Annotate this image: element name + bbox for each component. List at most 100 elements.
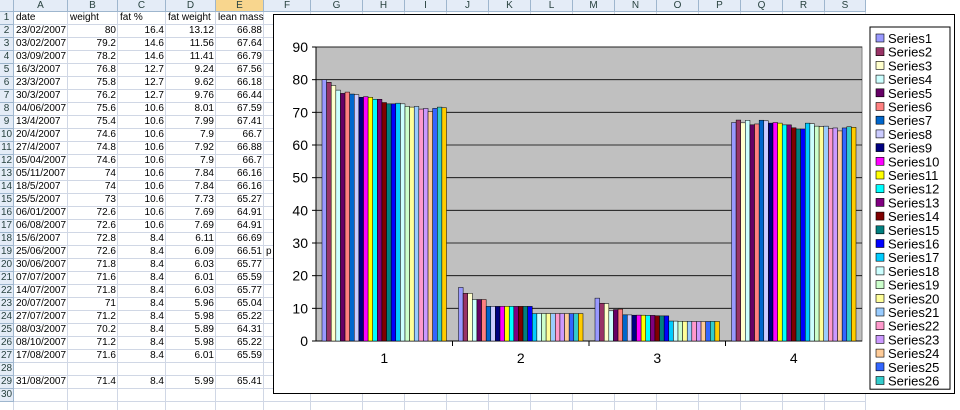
cell-b26[interactable]: 71.2	[68, 337, 118, 350]
cell-e19[interactable]: 66.51	[216, 246, 264, 259]
cell-e8[interactable]: 67.59	[216, 103, 264, 116]
cell-b22[interactable]: 71.8	[68, 285, 118, 298]
cell-b12[interactable]: 74.6	[68, 155, 118, 168]
cell-b13[interactable]: 74	[68, 168, 118, 181]
cell-a14[interactable]: 18/5/2007	[14, 181, 68, 194]
cell-b11[interactable]: 74.8	[68, 142, 118, 155]
column-header-a[interactable]: A	[14, 0, 68, 12]
cell-c24[interactable]: 8.4	[118, 311, 166, 324]
cell-d18[interactable]: 6.11	[166, 233, 216, 246]
cell-a1[interactable]: date	[14, 12, 68, 25]
cell-e13[interactable]: 66.16	[216, 168, 264, 181]
cell-c5[interactable]: 12.7	[118, 64, 166, 77]
cell-c15[interactable]: 10.6	[118, 194, 166, 207]
cell-d20[interactable]: 6.03	[166, 259, 216, 272]
cell-c7[interactable]: 12.7	[118, 90, 166, 103]
row-header-6[interactable]: 6	[0, 77, 14, 90]
cell-b5[interactable]: 76.8	[68, 64, 118, 77]
cell-d23[interactable]: 5.96	[166, 298, 216, 311]
select-all-corner[interactable]	[0, 0, 14, 12]
row-header-21[interactable]: 21	[0, 272, 14, 285]
row-header-5[interactable]: 5	[0, 64, 14, 77]
cell-e5[interactable]: 67.56	[216, 64, 264, 77]
cell-d9[interactable]: 7.99	[166, 116, 216, 129]
cell-b20[interactable]: 71.8	[68, 259, 118, 272]
row-header-15[interactable]: 15	[0, 194, 14, 207]
cell-d19[interactable]: 6.09	[166, 246, 216, 259]
cell-e3[interactable]: 67.64	[216, 38, 264, 51]
embedded-chart[interactable]: 0 10 20 30 40 50 60 70 80 90 1 2 3 4 Series1 Series2 Ser…	[273, 14, 955, 394]
row-header-14[interactable]: 14	[0, 181, 14, 194]
column-header-g[interactable]: G	[311, 0, 363, 12]
cell-a20[interactable]: 30/06/2007	[14, 259, 68, 272]
row-header-7[interactable]: 7	[0, 90, 14, 103]
cell-d21[interactable]: 6.01	[166, 272, 216, 285]
cell-a2[interactable]: 23/02/2007	[14, 25, 68, 38]
cell-e4[interactable]: 66.79	[216, 51, 264, 64]
cell-c2[interactable]: 16.4	[118, 25, 166, 38]
row-header-22[interactable]: 22	[0, 285, 14, 298]
row-header-2[interactable]: 2	[0, 25, 14, 38]
cell-a24[interactable]: 27/07/2007	[14, 311, 68, 324]
column-header-q[interactable]: Q	[741, 0, 783, 12]
cell-b2[interactable]: 80	[68, 25, 118, 38]
cell-a6[interactable]: 23/3/2007	[14, 77, 68, 90]
cell-c25[interactable]: 8.4	[118, 324, 166, 337]
cell-a4[interactable]: 03/09/2007	[14, 51, 68, 64]
row-header-10[interactable]: 10	[0, 129, 14, 142]
cell-e25[interactable]: 64.31	[216, 324, 264, 337]
cell-a23[interactable]: 20/07/2007	[14, 298, 68, 311]
cell-e20[interactable]: 65.77	[216, 259, 264, 272]
cell-c21[interactable]: 8.4	[118, 272, 166, 285]
cell-b16[interactable]: 72.6	[68, 207, 118, 220]
row-header-12[interactable]: 12	[0, 155, 14, 168]
row-header-26[interactable]: 26	[0, 337, 14, 350]
cell-a19[interactable]: 25/06/2007	[14, 246, 68, 259]
cell-e27[interactable]: 65.59	[216, 350, 264, 363]
cell-a8[interactable]: 04/06/2007	[14, 103, 68, 116]
column-header-c[interactable]: C	[118, 0, 166, 12]
cell-b9[interactable]: 75.4	[68, 116, 118, 129]
cell-e1[interactable]: lean mass	[216, 12, 264, 25]
row-header-3[interactable]: 3	[0, 38, 14, 51]
cell-b17[interactable]: 72.6	[68, 220, 118, 233]
cell-b14[interactable]: 74	[68, 181, 118, 194]
cell-b19[interactable]: 72.6	[68, 246, 118, 259]
column-header-b[interactable]: B	[68, 0, 118, 12]
column-header-f[interactable]: F	[264, 0, 311, 12]
cell-b23[interactable]: 71	[68, 298, 118, 311]
column-header-r[interactable]: R	[783, 0, 825, 12]
cell-a21[interactable]: 07/07/2007	[14, 272, 68, 285]
column-header-l[interactable]: L	[531, 0, 573, 12]
cell-d12[interactable]: 7.9	[166, 155, 216, 168]
cell-a13[interactable]: 05/11/2007	[14, 168, 68, 181]
cell-a7[interactable]: 30/3/2007	[14, 90, 68, 103]
cell-e21[interactable]: 65.59	[216, 272, 264, 285]
cell-b25[interactable]: 70.2	[68, 324, 118, 337]
cell-c27[interactable]: 8.4	[118, 350, 166, 363]
cell-a22[interactable]: 14/07/2007	[14, 285, 68, 298]
row-header-11[interactable]: 11	[0, 142, 14, 155]
cell-d2[interactable]: 13.12	[166, 25, 216, 38]
cell-d14[interactable]: 7.84	[166, 181, 216, 194]
cell-c4[interactable]: 14.6	[118, 51, 166, 64]
cell-b7[interactable]: 76.2	[68, 90, 118, 103]
cell-e29[interactable]: 65.41	[216, 376, 264, 389]
row-header-30[interactable]: 30	[0, 389, 14, 402]
cell-c13[interactable]: 10.6	[118, 168, 166, 181]
cell-d27[interactable]: 6.01	[166, 350, 216, 363]
cell-a18[interactable]: 15/6/2007	[14, 233, 68, 246]
cell-c9[interactable]: 10.6	[118, 116, 166, 129]
cell-e6[interactable]: 66.18	[216, 77, 264, 90]
cell-c26[interactable]: 8.4	[118, 337, 166, 350]
cell-c14[interactable]: 10.6	[118, 181, 166, 194]
column-header-s[interactable]: S	[825, 0, 866, 12]
column-header-d[interactable]: D	[166, 0, 216, 12]
cell-a17[interactable]: 06/08/2007	[14, 220, 68, 233]
cell-d1[interactable]: fat weight	[166, 12, 216, 25]
cell-a29[interactable]: 31/08/2007	[14, 376, 68, 389]
row-header-16[interactable]: 16	[0, 207, 14, 220]
cell-b6[interactable]: 75.8	[68, 77, 118, 90]
cell-d3[interactable]: 11.56	[166, 38, 216, 51]
column-header-h[interactable]: H	[363, 0, 405, 12]
